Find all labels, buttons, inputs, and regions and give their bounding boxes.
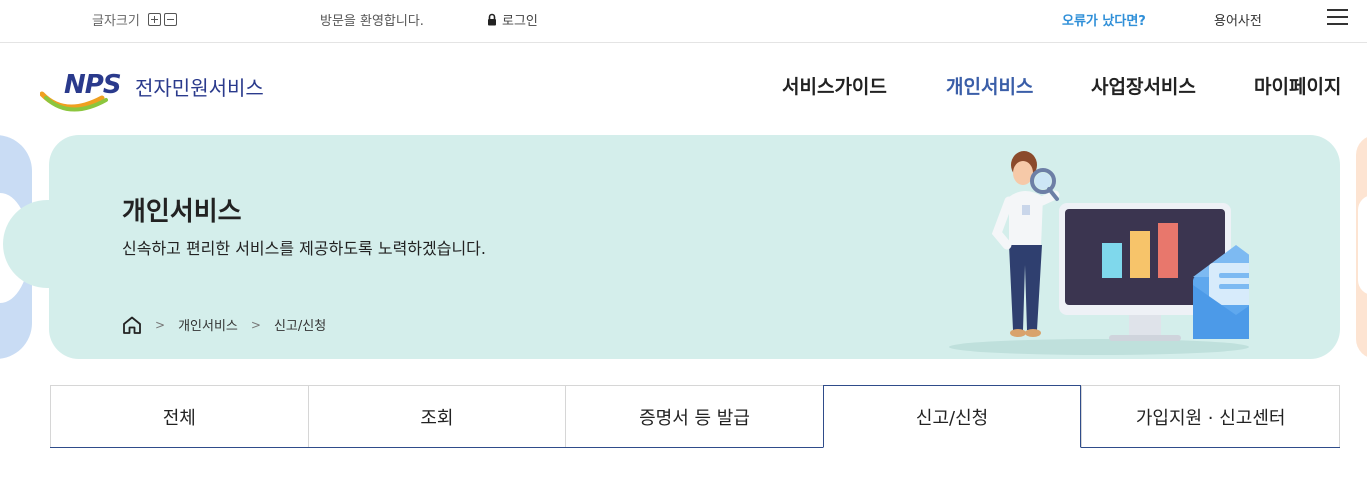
breadcrumb-item-personal-service[interactable]: 개인서비스	[178, 315, 238, 334]
nps-logo[interactable]: NPS 전자민원서비스	[40, 70, 290, 114]
login-link[interactable]: 로그인	[487, 10, 538, 29]
nav-personal-service[interactable]: 개인서비스	[946, 72, 1033, 99]
hero-banner: 개인서비스 신속하고 편리한 서비스를 제공하도록 노력하겠습니다. > 개인서…	[49, 135, 1340, 359]
lock-icon	[488, 13, 496, 26]
breadcrumb: > 개인서비스 > 신고/신청	[122, 315, 326, 334]
glossary-link[interactable]: 용어사전	[1214, 10, 1262, 29]
page-title: 개인서비스	[122, 197, 242, 227]
font-size-control: 글자크기	[92, 10, 177, 29]
chevron-right-icon: >	[155, 317, 166, 332]
login-label: 로그인	[502, 14, 538, 29]
decor-blob-right-cutout	[1358, 195, 1367, 295]
tab-certificate-issue[interactable]: 증명서 등 발급	[565, 386, 823, 447]
chevron-right-icon: >	[250, 317, 261, 332]
hero-illustration	[949, 151, 1249, 355]
category-tabs: 전체 조회 증명서 등 발급 신고/신청 가입지원 · 신고센터	[50, 385, 1340, 448]
nav-service-guide[interactable]: 서비스가이드	[782, 72, 887, 99]
font-size-label: 글자크기	[92, 14, 140, 29]
utility-bar: 글자크기 방문을 환영합니다. 로그인 오류가 났다면? 용어사전	[0, 0, 1367, 43]
tab-all[interactable]: 전체	[50, 386, 308, 447]
welcome-text: 방문을 환영합니다.	[320, 14, 424, 29]
tab-enrollment-support[interactable]: 가입지원 · 신고센터	[1081, 386, 1340, 447]
error-report-link[interactable]: 오류가 났다면?	[1062, 10, 1146, 29]
home-icon[interactable]	[122, 316, 142, 334]
font-size-decrease-button[interactable]	[163, 13, 177, 26]
tab-report-apply[interactable]: 신고/신청	[822, 385, 1082, 448]
page-subtitle: 신속하고 편리한 서비스를 제공하도록 노력하겠습니다.	[122, 239, 486, 258]
tab-inquiry[interactable]: 조회	[307, 386, 566, 447]
logo-mark: NPS	[64, 70, 122, 100]
nav-my-page[interactable]: 마이페이지	[1254, 72, 1341, 99]
service-name: 전자민원서비스	[135, 76, 264, 100]
nav-business-service[interactable]: 사업장서비스	[1091, 72, 1196, 99]
menu-icon[interactable]	[1327, 9, 1348, 26]
breadcrumb-item-report-apply[interactable]: 신고/신청	[274, 315, 326, 334]
font-size-increase-button[interactable]	[147, 13, 161, 26]
